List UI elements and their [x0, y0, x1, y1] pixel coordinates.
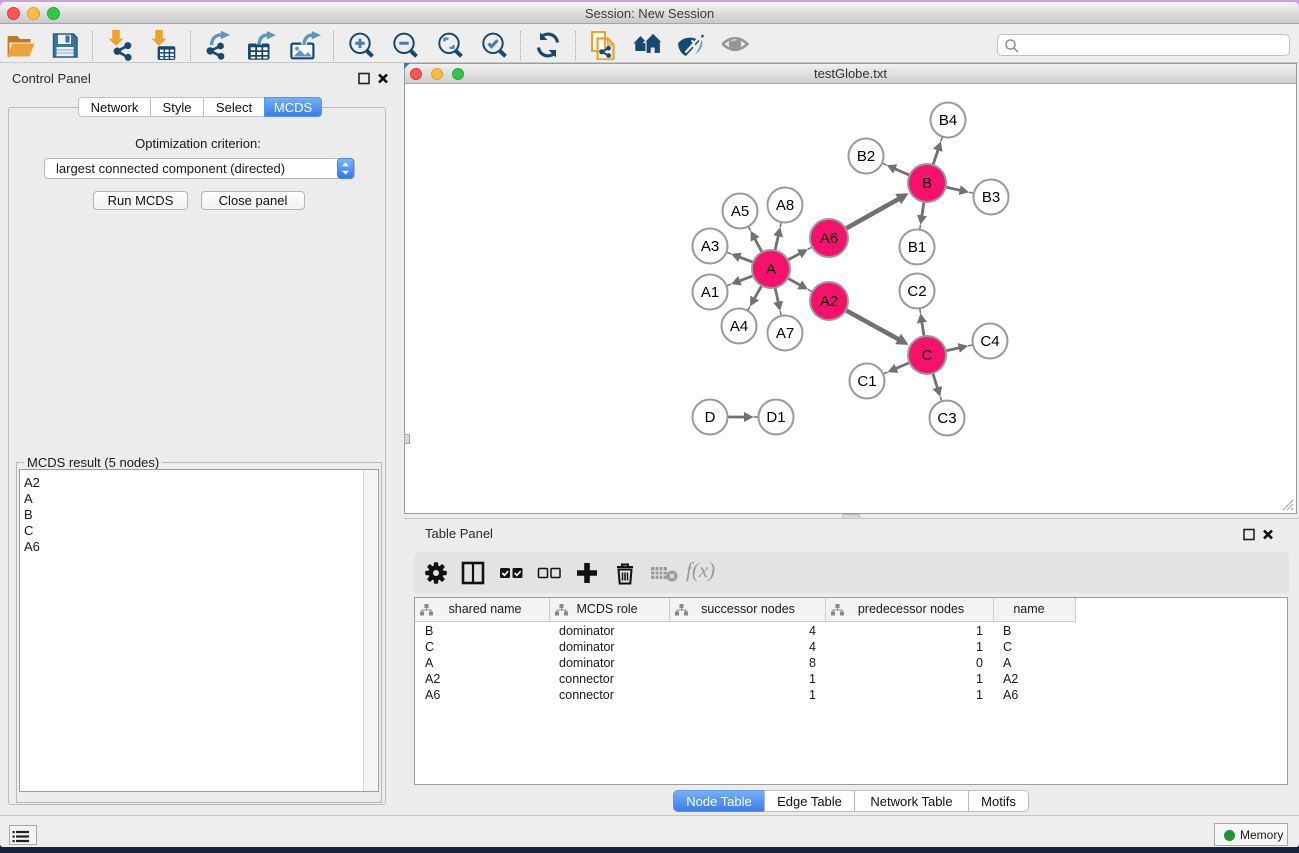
svg-text:D1: D1 — [766, 409, 785, 426]
svg-text:B1: B1 — [908, 239, 926, 256]
svg-text:B3: B3 — [982, 189, 1000, 206]
svg-text:A3: A3 — [701, 238, 719, 255]
svg-text:C1: C1 — [857, 373, 876, 390]
svg-text:B2: B2 — [857, 148, 875, 165]
svg-text:B4: B4 — [939, 112, 957, 129]
svg-text:D: D — [705, 409, 716, 426]
svg-text:A8: A8 — [776, 197, 794, 214]
svg-text:A5: A5 — [731, 203, 749, 220]
svg-text:C2: C2 — [907, 283, 926, 300]
svg-text:A: A — [766, 261, 776, 278]
svg-text:A6: A6 — [820, 230, 838, 247]
svg-text:C4: C4 — [980, 333, 999, 350]
svg-text:C: C — [922, 347, 933, 364]
svg-text:C3: C3 — [937, 410, 956, 427]
svg-text:B: B — [922, 175, 932, 192]
svg-text:A4: A4 — [730, 318, 748, 335]
svg-text:A7: A7 — [776, 325, 794, 342]
svg-text:A2: A2 — [820, 293, 838, 310]
svg-text:A1: A1 — [701, 284, 719, 301]
